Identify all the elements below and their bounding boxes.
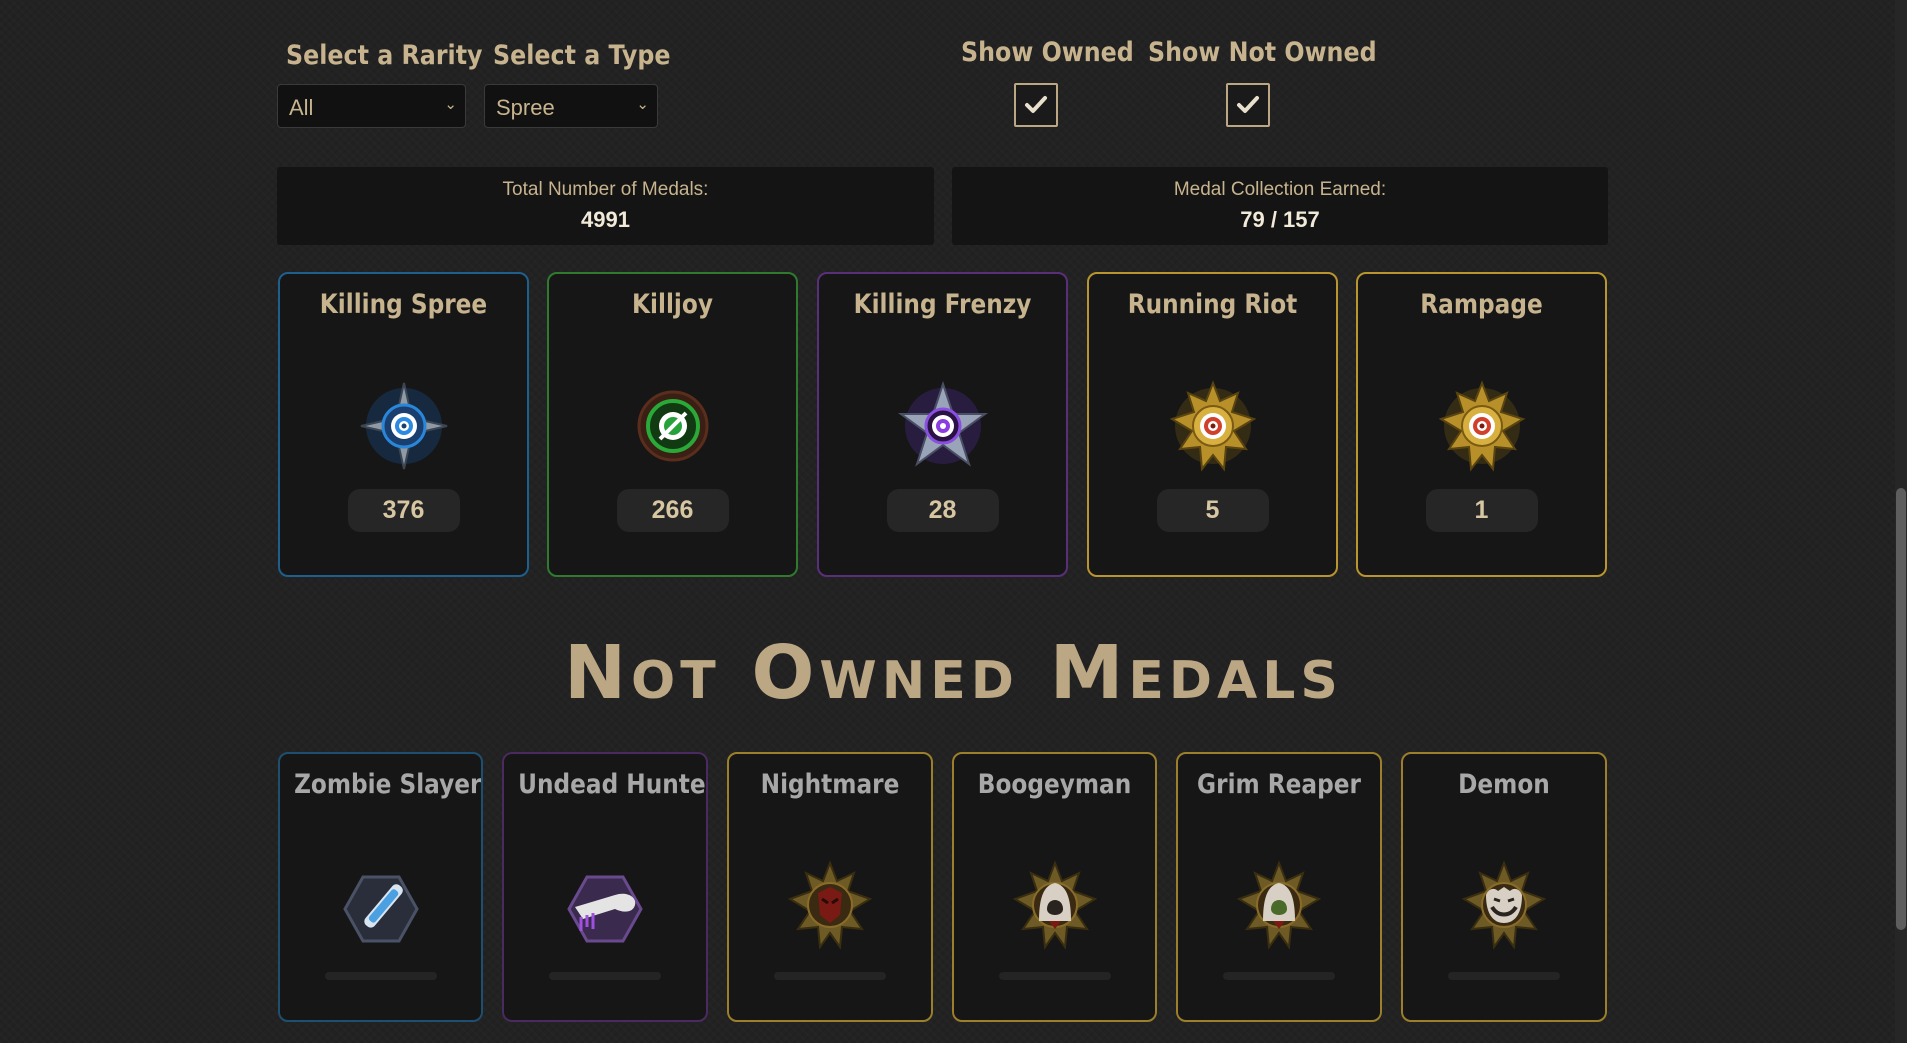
- medal-card[interactable]: Grim Reaper: [1176, 752, 1382, 1022]
- medal-name: Undead Hunter: [518, 769, 708, 800]
- type-label: Select a Type: [493, 40, 671, 71]
- medal-name: Grim Reaper: [1197, 769, 1361, 800]
- medal-name: Nightmare: [760, 769, 900, 800]
- medal-card[interactable]: Nightmare: [727, 752, 933, 1022]
- medal-card[interactable]: Killjoy 266: [547, 272, 798, 577]
- progress-placeholder: [324, 972, 437, 980]
- total-medals-value: 4991: [581, 207, 630, 232]
- chevron-down-icon: ⌄: [636, 96, 649, 113]
- progress-placeholder: [774, 972, 886, 980]
- medal-card[interactable]: Undead Hunter: [502, 752, 708, 1022]
- progress-placeholder: [1448, 972, 1560, 980]
- medal-name: Running Riot: [1127, 289, 1298, 320]
- medal-count: 1: [1425, 489, 1538, 532]
- medal-name: Demon: [1458, 769, 1550, 800]
- nightmare-medal-icon: [787, 860, 873, 950]
- total-medals-panel: Total Number of Medals: 4991: [277, 167, 934, 245]
- medal-card[interactable]: Killing Spree 376: [278, 272, 529, 577]
- collection-earned-panel: Medal Collection Earned: 79 / 157: [952, 167, 1608, 245]
- progress-placeholder: [1223, 972, 1335, 980]
- checkmark-icon: [1237, 96, 1259, 113]
- medal-name: Killing Frenzy: [853, 289, 1032, 320]
- killjoy-medal-icon: [637, 390, 708, 462]
- medal-card[interactable]: Killing Frenzy 28: [817, 272, 1068, 577]
- medal-card[interactable]: Demon: [1401, 752, 1607, 1022]
- progress-placeholder: [549, 972, 661, 980]
- medal-count: 266: [616, 489, 729, 532]
- medal-card[interactable]: Running Riot 5: [1087, 272, 1338, 577]
- running-riot-medal-icon: [1169, 380, 1256, 472]
- rarity-select[interactable]: All ⌄: [277, 84, 466, 128]
- collection-earned-value: 79 / 157: [1240, 207, 1320, 232]
- medal-name: Zombie Slayer: [294, 769, 482, 800]
- medal-name: Boogeyman: [977, 769, 1132, 800]
- medal-count: 5: [1156, 489, 1269, 532]
- scrollbar-thumb[interactable]: [1896, 488, 1906, 930]
- type-select-value: Spree: [496, 95, 555, 120]
- killing-spree-medal-icon: [360, 382, 447, 470]
- rarity-select-value: All: [289, 95, 314, 120]
- progress-placeholder: [998, 972, 1111, 980]
- medal-card[interactable]: Rampage 1: [1356, 272, 1607, 577]
- collection-earned-label: Medal Collection Earned:: [1173, 179, 1387, 200]
- undead-hunter-medal-icon: [567, 875, 643, 943]
- medal-card[interactable]: Boogeyman: [952, 752, 1157, 1022]
- medal-count: 28: [886, 489, 999, 532]
- boogeyman-medal-icon: [1012, 860, 1097, 950]
- show-owned-checkbox[interactable]: [1014, 83, 1058, 127]
- zombie-slayer-medal-icon: [342, 875, 419, 943]
- medal-count: 376: [347, 489, 460, 532]
- type-select[interactable]: Spree ⌄: [484, 84, 658, 128]
- not-owned-heading: Not Owned Medals: [564, 630, 1343, 716]
- show-not-owned-checkbox[interactable]: [1226, 83, 1270, 127]
- medal-name: Killing Spree: [319, 289, 488, 320]
- rampage-medal-icon: [1438, 380, 1525, 472]
- show-not-owned-label: Show Not Owned: [1148, 37, 1377, 68]
- medal-name: Killjoy: [632, 289, 713, 320]
- rarity-label: Select a Rarity: [286, 40, 483, 71]
- checkmark-icon: [1025, 96, 1047, 113]
- medal-name: Rampage: [1420, 289, 1543, 320]
- show-owned-label: Show Owned: [961, 37, 1134, 68]
- grim-reaper-medal-icon: [1236, 860, 1322, 950]
- medal-card[interactable]: Zombie Slayer: [278, 752, 483, 1022]
- chevron-down-icon: ⌄: [444, 96, 457, 113]
- demon-medal-icon: [1461, 860, 1547, 950]
- total-medals-label: Total Number of Medals:: [502, 179, 709, 200]
- killing-frenzy-medal-icon: [897, 380, 988, 467]
